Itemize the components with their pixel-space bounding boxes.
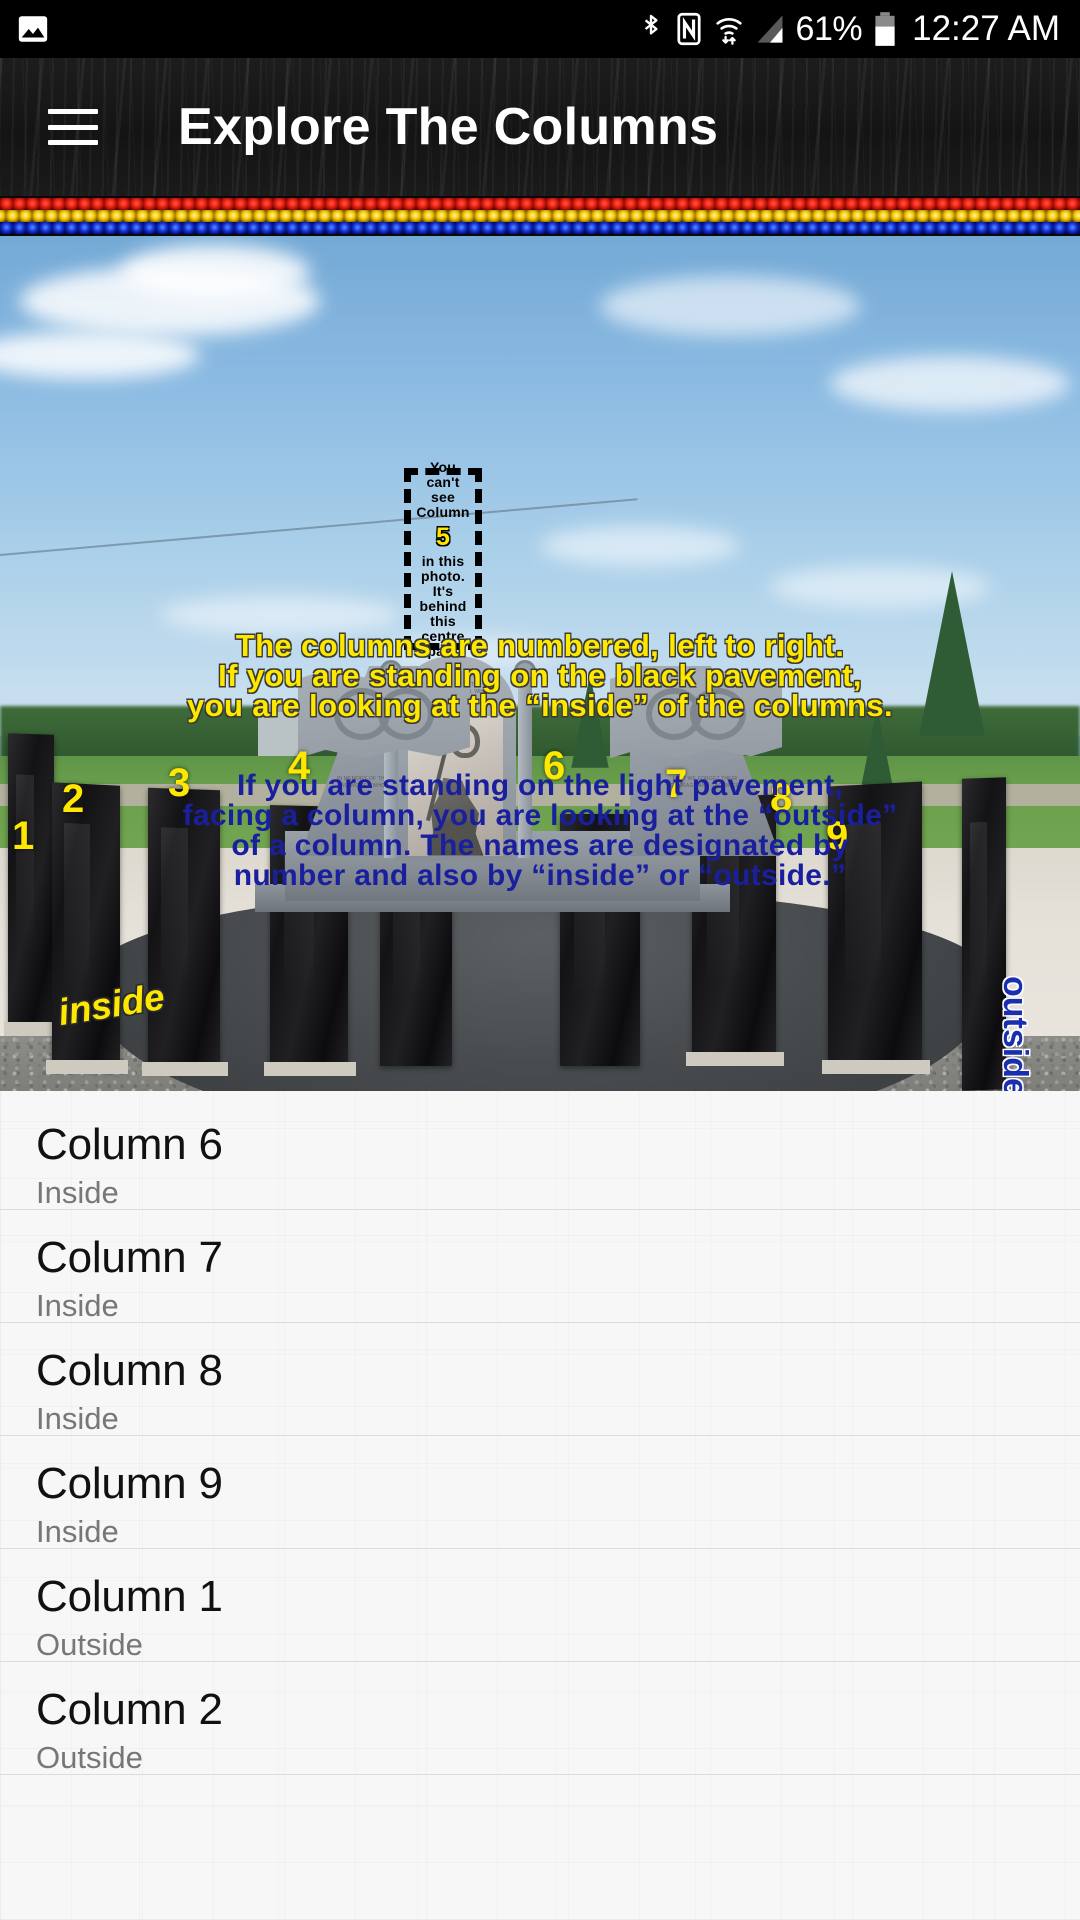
nfc-icon bbox=[676, 12, 701, 46]
column-5-callout: You can't see Column 5 in this photo. It… bbox=[404, 459, 482, 658]
cloud bbox=[830, 356, 1070, 411]
callout-line-1: You bbox=[429, 458, 456, 475]
list-item-title: Column 8 bbox=[36, 1346, 223, 1395]
page-title: Explore The Columns bbox=[178, 98, 719, 156]
list-item-subtitle: Inside bbox=[36, 1175, 119, 1210]
status-bar: 61% 12:27 AM bbox=[0, 0, 1080, 58]
callout-column-number: 5 bbox=[436, 522, 450, 551]
list-item-subtitle: Inside bbox=[36, 1401, 119, 1436]
status-bar-left bbox=[16, 12, 50, 46]
list-item[interactable]: Column 1 Outside bbox=[0, 1549, 1080, 1662]
outside-label: outside bbox=[996, 976, 1034, 1091]
bluetooth-icon bbox=[644, 14, 658, 35]
list-item[interactable]: Column 7 Inside bbox=[0, 1210, 1080, 1323]
list-item-title: Column 9 bbox=[36, 1459, 223, 1508]
list-item[interactable]: Column 2 Outside bbox=[0, 1662, 1080, 1775]
list-item-title: Column 7 bbox=[36, 1233, 223, 1282]
callout-line-2: can't bbox=[426, 473, 460, 490]
cloud bbox=[600, 276, 860, 336]
status-bar-right: 61% 12:27 AM bbox=[638, 9, 1060, 49]
column-base bbox=[46, 1060, 128, 1074]
battery-icon bbox=[875, 12, 895, 46]
caption-blue-line-4: number and also by “inside” or “outside.… bbox=[233, 859, 847, 892]
callout-line-4: Column bbox=[416, 503, 470, 520]
list-item[interactable]: Column 9 Inside bbox=[0, 1436, 1080, 1549]
monument-photo[interactable]: IN MEMORY OF THOSE MEN AND WOMEN WHO SER… bbox=[0, 236, 1080, 1091]
column-base bbox=[686, 1052, 784, 1066]
list-item-title: Column 2 bbox=[36, 1685, 223, 1734]
caption-blue-line-3: of a column. The names are designated by bbox=[231, 829, 849, 862]
caption-blue-line-2: facing a column, you are looking at the … bbox=[182, 799, 898, 832]
battery-percent-label: 61% bbox=[795, 9, 863, 48]
callout-line-9: this bbox=[430, 612, 456, 629]
cloud bbox=[540, 526, 740, 566]
cloud bbox=[120, 244, 310, 299]
picture-icon bbox=[18, 16, 48, 42]
callout-line-7: It's bbox=[432, 582, 454, 599]
list-item-subtitle: Outside bbox=[36, 1627, 143, 1662]
list-item-title: Column 6 bbox=[36, 1120, 223, 1169]
caption-blue-line-1: If you are standing on the light pavemen… bbox=[237, 769, 843, 802]
list-item-title: Column 1 bbox=[36, 1572, 223, 1621]
bead-row-blue bbox=[0, 222, 1080, 234]
callout-line-3: see bbox=[431, 488, 455, 505]
callout-line-6: photo. bbox=[421, 567, 465, 584]
status-bar-clock: 12:27 AM bbox=[912, 9, 1060, 48]
list-item[interactable]: Column 8 Inside bbox=[0, 1323, 1080, 1436]
list-item-subtitle: Outside bbox=[36, 1740, 143, 1775]
callout-line-5: in this bbox=[421, 552, 465, 569]
callout-line-8: behind bbox=[419, 597, 467, 614]
caption-yellow-line-3: you are looking at the “inside” of the c… bbox=[186, 688, 894, 723]
column-list[interactable]: Column 6 Inside Column 7 Inside Column 8… bbox=[0, 1091, 1080, 1920]
column-base bbox=[264, 1062, 356, 1076]
cellular-signal-icon bbox=[757, 15, 783, 43]
wifi-icon bbox=[715, 18, 742, 45]
list-item-subtitle: Inside bbox=[36, 1514, 119, 1549]
hamburger-menu-icon[interactable] bbox=[48, 109, 98, 145]
column-base bbox=[822, 1060, 930, 1074]
bead-row-red bbox=[0, 198, 1080, 210]
list-item[interactable]: Column 6 Inside bbox=[0, 1091, 1080, 1210]
list-item-subtitle: Inside bbox=[36, 1288, 119, 1323]
bead-row-yellow bbox=[0, 210, 1080, 222]
column-base bbox=[142, 1062, 228, 1076]
beadwork-divider bbox=[0, 196, 1080, 236]
app-bar: Explore The Columns bbox=[0, 58, 1080, 196]
app-root: 61% 12:27 AM Explore The Columns IN MEMO… bbox=[0, 0, 1080, 1920]
